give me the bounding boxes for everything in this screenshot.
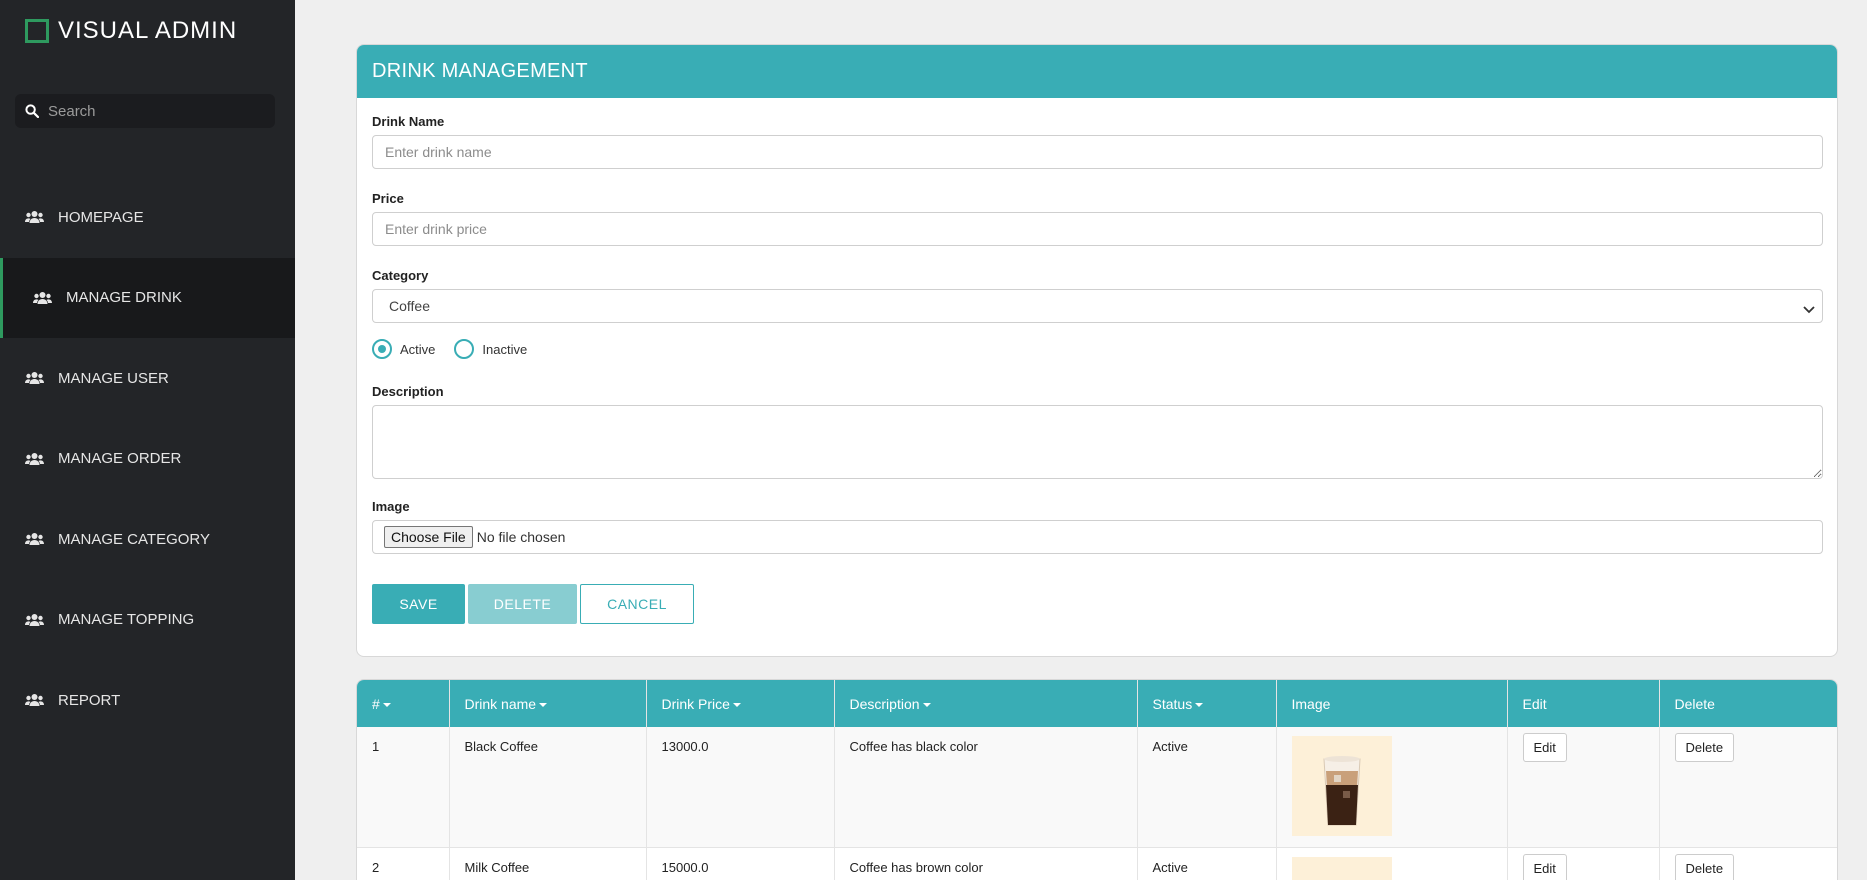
nav-item-manage-category[interactable]: MANAGE CATEGORY [0,499,295,580]
table-row: 2 Milk Coffee 15000.0 Coffee has brown c… [357,847,1837,880]
users-icon [25,692,45,708]
cell-image [1276,847,1508,880]
search-input[interactable] [48,102,258,120]
search-box [15,94,275,128]
cell-price: 13000.0 [646,727,835,848]
cell-description: Coffee has brown color [834,847,1138,880]
cell-edit: Edit [1507,847,1660,880]
col-header-id[interactable]: # [357,680,450,727]
form-buttons: SAVE DELETE CANCEL [372,584,1822,624]
nav-item-label: MANAGE TOPPING [58,611,195,629]
drink-form: Drink Name Price Category Coffee Active … [357,114,1837,624]
cell-id: 1 [357,727,450,848]
cell-price: 15000.0 [646,847,835,880]
cell-delete: Delete [1659,847,1837,880]
chevron-down-icon [1803,301,1815,317]
sidebar: VISUAL ADMIN HOMEPAGE MANAGE DRINK MANAG… [0,0,295,880]
description-textarea[interactable] [372,405,1823,479]
cell-id: 2 [357,847,450,880]
page-title: DRINK MANAGEMENT [372,60,588,82]
nav-item-label: MANAGE ORDER [58,450,182,468]
sort-caret-icon [732,702,741,707]
nav-item-manage-user[interactable]: MANAGE USER [0,338,295,419]
image-label: Image [372,499,410,514]
status-active-radio[interactable]: Active [372,339,435,359]
description-label: Description [372,384,444,399]
category-selected-value: Coffee [389,298,430,314]
category-label: Category [372,268,429,283]
sort-caret-icon [922,702,931,707]
nav-item-label: MANAGE USER [58,369,169,387]
choose-file-button[interactable]: Choose File [384,526,473,548]
sort-caret-icon [382,702,391,707]
nav-item-manage-drink[interactable]: MANAGE DRINK [0,257,295,338]
drink-name-label: Drink Name [372,114,445,129]
sort-caret-icon [539,702,548,707]
status-inactive-label: Inactive [482,341,528,357]
brand-square-icon [25,19,49,43]
edit-button[interactable]: Edit [1522,733,1567,762]
cell-status: Active [1137,847,1277,880]
brand-title: VISUAL ADMIN [58,17,238,44]
drink-name-input[interactable] [372,135,1823,169]
users-icon [33,290,53,306]
cell-name: Milk Coffee [449,847,647,880]
users-icon [25,209,45,225]
table-row: 1 Black Coffee 13000.0 Coffee has black … [357,727,1837,848]
cell-name: Black Coffee [449,727,647,848]
col-header-name[interactable]: Drink name [449,680,647,727]
nav-item-manage-order[interactable]: MANAGE ORDER [0,419,295,500]
search-icon [25,104,39,118]
file-status-text: No file chosen [476,529,566,545]
cell-edit: Edit [1507,727,1660,848]
col-header-delete: Delete [1659,680,1837,727]
nav-item-homepage[interactable]: HOMEPAGE [0,177,295,258]
drinks-table: # Drink name Drink Price Description Sta… [357,680,1837,880]
cell-description: Coffee has black color [834,727,1138,848]
price-input[interactable] [372,212,1823,246]
nav-item-label: HOMEPAGE [58,208,144,226]
col-header-price[interactable]: Drink Price [646,680,835,727]
table-header-row: # Drink name Drink Price Description Sta… [357,680,1837,727]
nav-item-label: MANAGE CATEGORY [58,530,210,548]
card-header: DRINK MANAGEMENT [357,45,1837,98]
row-delete-button[interactable]: Delete [1674,853,1735,880]
status-inactive-radio[interactable]: Inactive [454,339,527,359]
price-label: Price [372,191,404,206]
users-icon [25,612,45,628]
users-icon [25,370,45,386]
save-button[interactable]: SAVE [372,584,465,624]
edit-button[interactable]: Edit [1522,853,1567,880]
category-select[interactable]: Coffee [372,289,1823,323]
drink-management-card: DRINK MANAGEMENT Drink Name Price Catego… [356,44,1838,657]
col-header-edit: Edit [1507,680,1660,727]
col-header-description[interactable]: Description [834,680,1138,727]
sidebar-nav: HOMEPAGE MANAGE DRINK MANAGE USER MANAGE… [0,177,295,741]
cell-status: Active [1137,727,1277,848]
drinks-table-container: # Drink name Drink Price Description Sta… [356,679,1838,880]
nav-item-label: MANAGE DRINK [66,289,182,307]
delete-button[interactable]: DELETE [468,584,577,624]
col-header-image: Image [1276,680,1508,727]
cell-image [1276,727,1508,848]
nav-item-label: REPORT [58,691,121,709]
status-radio-group: Active Inactive [372,339,1822,359]
cancel-button[interactable]: CANCEL [580,584,694,624]
drink-image [1291,736,1392,836]
row-delete-button[interactable]: Delete [1674,733,1735,762]
nav-item-report[interactable]: REPORT [0,660,295,741]
status-active-label: Active [400,341,436,357]
nav-item-manage-topping[interactable]: MANAGE TOPPING [0,580,295,661]
cell-delete: Delete [1659,727,1837,848]
radio-checked-icon [372,339,392,359]
radio-unchecked-icon [454,339,475,359]
drink-image [1291,856,1392,880]
col-header-status[interactable]: Status [1137,680,1277,727]
brand-logo[interactable]: VISUAL ADMIN [25,17,237,45]
image-file-input: Choose File No file chosen [372,520,1823,554]
users-icon [25,531,45,547]
users-icon [25,451,45,467]
sort-caret-icon [1195,702,1204,707]
